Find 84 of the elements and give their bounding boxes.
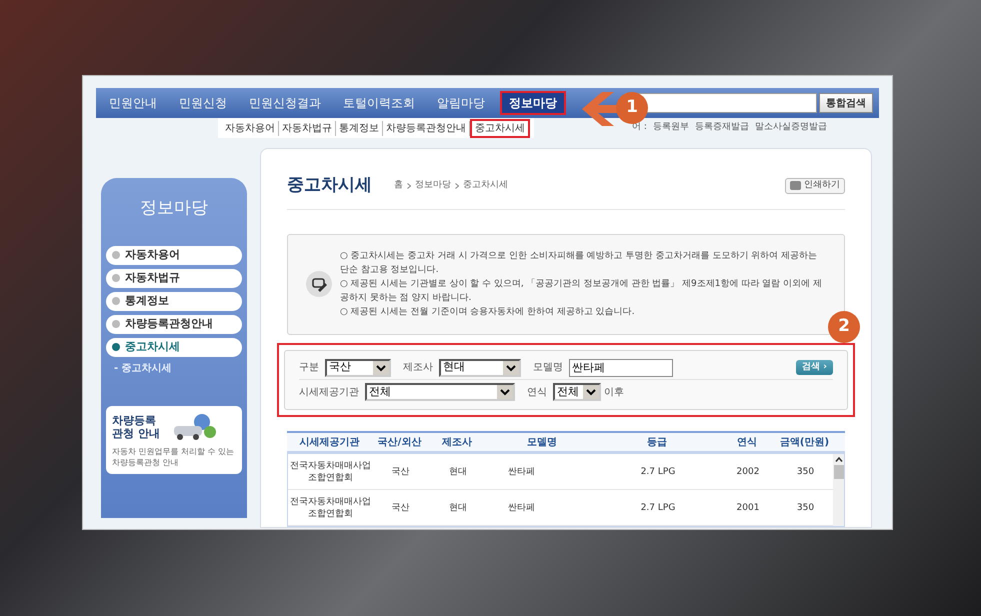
bullet-icon [112, 320, 120, 328]
chevron-up-icon [834, 457, 842, 462]
dropdown[interactable]: 국산 [325, 358, 391, 376]
column-header: 모델명 [526, 436, 558, 450]
sidebar-item[interactable]: 자동차용어 [106, 246, 242, 264]
column-header: 연식 [736, 436, 758, 450]
submenu-item[interactable]: 차량등록관청안내 [383, 120, 470, 136]
sidebar-item[interactable]: 자동차법규 [106, 268, 242, 288]
bullet-icon [112, 251, 120, 259]
dropdown-value: 현대 [442, 359, 466, 376]
column-header: 제조사 [441, 436, 473, 450]
page-title: 중고차시세 [287, 174, 372, 197]
bullet-icon [112, 274, 120, 282]
sidebar-item[interactable]: 중고차시세 [106, 338, 242, 356]
table-cell-text: 국산 [390, 502, 410, 514]
table-cell-text: 싼타페 [507, 502, 536, 514]
notice-text: ○ 제공된 시세는 기관별로 상이 할 수 있으며, 「공공기관의 정보공개에 관한 법률」 제9조제1항에 따라 열람 이외에 제공하지 못하는 점 양지 바랍니다. [340, 278, 823, 306]
table-cell-text: 국산 [390, 466, 410, 478]
table-cell-text: 2002 [736, 466, 760, 478]
breadcrumb-link[interactable]: 중고차시세 [463, 179, 508, 192]
sidebar-item[interactable]: 통계정보 [106, 292, 242, 310]
table-cell-text: 350 [796, 502, 816, 514]
input-field[interactable]: 싼타페 [569, 358, 673, 376]
caret-icon [503, 360, 519, 374]
field-label: 제조사 [403, 361, 433, 375]
column-header: 금액(만원) [778, 436, 830, 450]
table-cell-text: 전국자동차매매사업조합연합회 [289, 460, 372, 484]
sidebar-title: 정보마당 [139, 197, 209, 220]
submenu-item[interactable]: 자동차용어 [222, 120, 279, 136]
field-label: 구분 [299, 361, 319, 375]
quick-link[interactable]: 등록원부 [652, 121, 689, 135]
quick-link[interactable]: 등록증재발급 [694, 121, 749, 135]
dropdown-value: 국산 [328, 359, 352, 376]
nav-tab[interactable]: 토털이력조회 [336, 91, 422, 115]
notice-text: ○ 중고차시세는 중고차 거래 시 가격으로 인한 소비자피해를 예방하고 투명한 중고차거래를 도모하기 위하여 제공하는 단순 참고용 정보입니다. [340, 250, 818, 278]
table-cell-text: 전국자동차매매사업조합연합회 [289, 496, 372, 520]
breadcrumb-link[interactable]: 정보마당 [415, 179, 451, 192]
field-label: 시세제공기관 [299, 386, 359, 400]
print-button[interactable]: 인쇄하기 [785, 178, 845, 194]
promo-title: 차량등록 [112, 414, 157, 426]
table-cell-text: 2.7 LPG [640, 466, 676, 478]
nav-tab[interactable]: 알림마당 [430, 91, 492, 115]
promo-card[interactable]: 차량등록 관청 안내 자동차 민원업무를 처리할 수 있는 차량등록관청 안내 [106, 406, 242, 474]
table-cell-text: 싼타페 [507, 466, 536, 478]
table-cell-text: 현대 [448, 502, 468, 514]
dropdown[interactable]: 전체 [365, 383, 515, 401]
scrollbar[interactable] [833, 454, 844, 526]
table-cell-text: 2.7 LPG [640, 502, 676, 514]
caret-icon [583, 385, 599, 399]
column-header: 국산/외산 [376, 436, 422, 450]
dropdown[interactable]: 전체 [553, 383, 601, 401]
table-cell-text: 현대 [448, 466, 468, 478]
chevron-icon [407, 182, 411, 189]
field-suffix: 이후 [604, 386, 624, 400]
sidebar-item[interactable]: 차량등록관청안내 [106, 314, 242, 334]
field-label: 모델명 [533, 361, 563, 375]
nav-tab[interactable]: 민원안내 [102, 91, 164, 115]
notice-text: ○ 제공된 시세는 전월 기준이며 승용자동차에 한하여 제공하고 있습니다. [340, 306, 636, 320]
table-cell-text: 350 [796, 466, 816, 478]
search-button[interactable]: 통합검색 [819, 93, 873, 113]
breadcrumb-link[interactable]: 홈 [394, 179, 403, 192]
search-field[interactable] [625, 93, 817, 113]
submenu-item[interactable]: 통계정보 [336, 120, 383, 136]
field-label: 연식 [527, 386, 547, 400]
promo-text: 자동차 민원업무를 처리할 수 있는 차량등록관청 안내 [112, 446, 236, 468]
nav-tab[interactable]: 민원신청결과 [242, 91, 328, 115]
nav-tab[interactable]: 민원신청 [172, 91, 234, 115]
column-header: 시세제공기관 [298, 436, 360, 450]
promo-title: 관청 안내 [112, 426, 160, 440]
submenu-item[interactable]: 중고차시세 [470, 118, 530, 138]
table-cell-text: 2001 [736, 502, 760, 514]
bullet-icon [112, 343, 120, 351]
chevron-icon [455, 182, 459, 189]
bullet-icon [112, 297, 120, 305]
quick-link[interactable]: 말소사실증명발급 [754, 121, 827, 135]
caret-icon [497, 385, 513, 399]
dropdown[interactable]: 현대 [439, 358, 521, 376]
scroll-thumb[interactable] [834, 465, 844, 479]
dropdown-value: 전체 [556, 384, 580, 400]
dropdown-value: 전체 [368, 384, 392, 400]
column-header: 등급 [646, 436, 668, 450]
nav-tab[interactable]: 정보마당 [500, 91, 566, 115]
caret-icon [373, 360, 389, 374]
submenu-item[interactable]: 자동차법규 [279, 120, 336, 136]
